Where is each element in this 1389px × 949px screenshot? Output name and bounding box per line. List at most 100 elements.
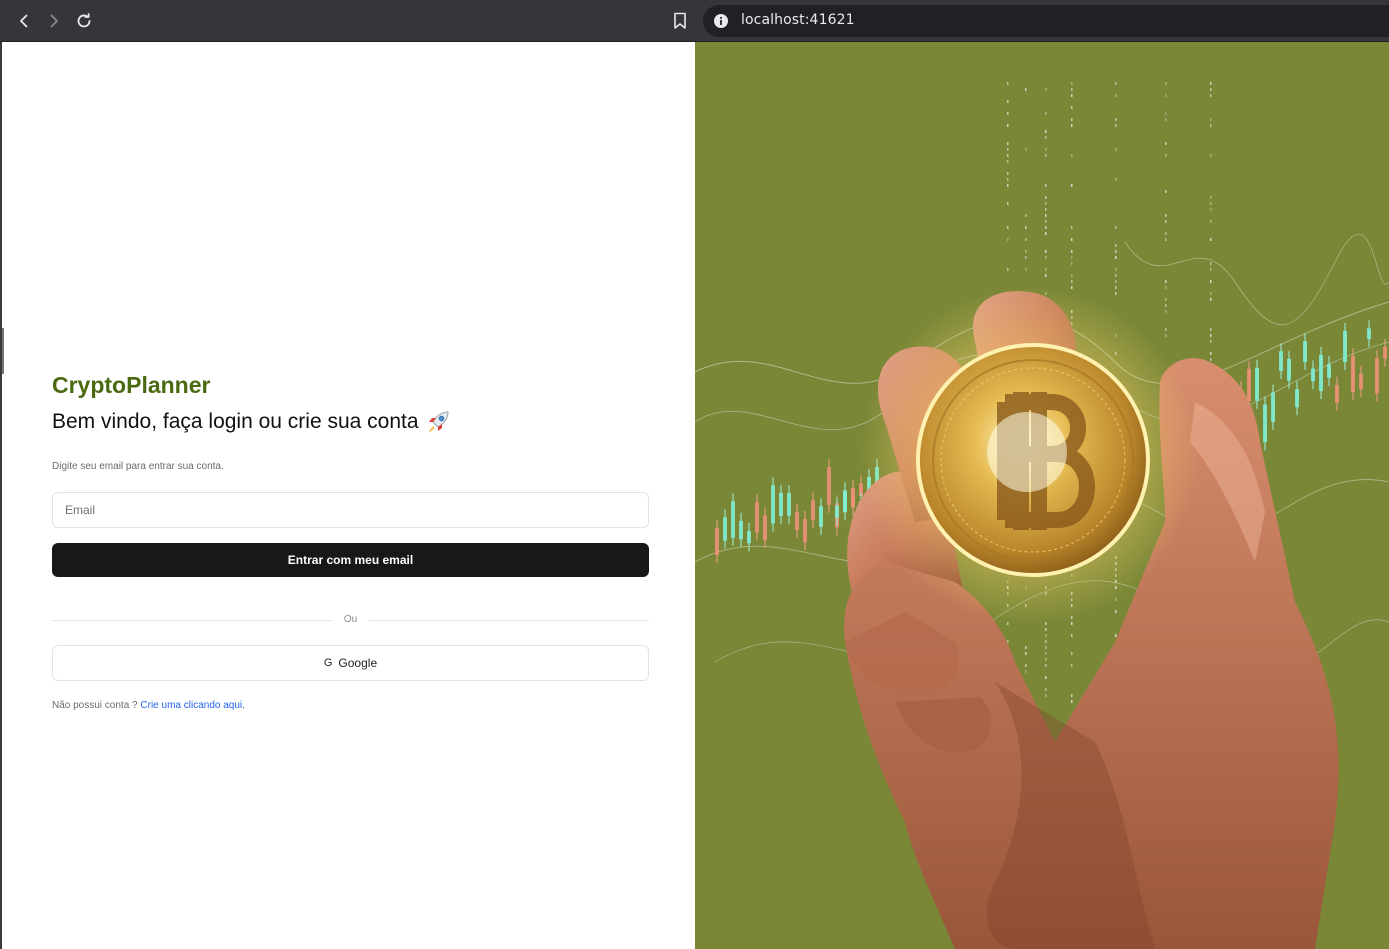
stream-dot <box>1210 118 1212 121</box>
stream-dot <box>1165 304 1167 307</box>
bookmark-icon[interactable] <box>669 9 691 33</box>
stream-dot <box>1007 172 1009 175</box>
stream-dot <box>1165 214 1167 217</box>
stream-dot <box>1045 646 1047 649</box>
stream-dot <box>1165 142 1167 145</box>
stream-dot <box>1071 88 1073 91</box>
candle-body <box>779 492 783 517</box>
stream-dot <box>1045 658 1047 661</box>
stream-dot <box>1025 652 1027 655</box>
email-login-button[interactable]: Entrar com meu email <box>52 543 649 577</box>
stream-dot <box>1115 244 1117 247</box>
stream-dot <box>1210 154 1212 157</box>
stream-dot <box>1165 310 1167 313</box>
stream-dot <box>1071 652 1073 655</box>
stream-dot <box>1045 208 1047 211</box>
stream-dot <box>1045 202 1047 205</box>
stream-dot <box>1210 298 1212 301</box>
stream-dot <box>1045 220 1047 223</box>
stream-dot <box>1210 268 1212 271</box>
stream-dot <box>1025 250 1027 253</box>
stream-dot <box>1071 124 1073 127</box>
stream-dot <box>1007 202 1009 205</box>
login-subtitle: Digite seu email para entrar sua conta. <box>52 461 224 472</box>
stream-dot <box>1210 238 1212 241</box>
stream-dot <box>1045 136 1047 139</box>
stream-dot <box>1071 94 1073 97</box>
stream-dot <box>1007 100 1009 103</box>
stream-dot <box>1165 118 1167 121</box>
stream-dot <box>1045 694 1047 697</box>
hero-illustration <box>695 82 1389 949</box>
stream-dot <box>1045 214 1047 217</box>
stream-dot <box>1045 112 1047 115</box>
candle-body <box>1343 330 1347 363</box>
stream-dot <box>1210 340 1212 343</box>
stream-dot <box>1115 118 1117 121</box>
welcome-text: Bem vindo, faça login ou crie sua conta <box>52 410 419 433</box>
stream-dot <box>1045 130 1047 133</box>
google-login-button[interactable]: G Google <box>52 645 649 681</box>
forward-icon[interactable] <box>42 9 66 33</box>
welcome-heading: Bem vindo, faça login ou crie sua conta <box>52 409 451 435</box>
stream-dot <box>1007 148 1009 151</box>
stream-dot <box>1115 94 1117 97</box>
stream-dot <box>1071 280 1073 283</box>
stream-dot <box>1045 634 1047 637</box>
candle-body <box>819 506 823 527</box>
stream-dot <box>1115 268 1117 271</box>
back-icon[interactable] <box>12 9 36 33</box>
or-divider: Ou <box>52 612 649 628</box>
stream-dot <box>1210 196 1212 199</box>
stream-dot <box>1025 670 1027 673</box>
stream-dot <box>1210 94 1212 97</box>
stream-dot <box>1007 124 1009 127</box>
address-bar[interactable]: localhost:41621 <box>703 5 1389 37</box>
stream-dot <box>1210 334 1212 337</box>
candle-body <box>1263 404 1267 443</box>
stream-dot <box>1007 226 1009 229</box>
email-input[interactable] <box>52 492 649 528</box>
stream-dot <box>1165 334 1167 337</box>
stream-dot <box>1025 214 1027 217</box>
stream-dot <box>1115 226 1117 229</box>
stream-dot <box>1007 184 1009 187</box>
login-panel: CryptoPlanner Bem vindo, faça login ou c… <box>0 42 695 949</box>
candle-body <box>1311 368 1315 382</box>
candle-body <box>1383 347 1387 359</box>
stream-dot <box>1071 274 1073 277</box>
stream-dot <box>1045 232 1047 235</box>
candle-body <box>739 520 743 540</box>
stream-dot <box>1071 184 1073 187</box>
stream-dot <box>1210 280 1212 283</box>
rocket-icon <box>425 409 451 435</box>
stream-dot <box>1045 154 1047 157</box>
info-icon[interactable] <box>713 13 729 29</box>
candle-body <box>723 517 727 541</box>
stream-dot <box>1045 256 1047 259</box>
candle-body <box>795 511 799 531</box>
stream-dot <box>1071 286 1073 289</box>
stream-dot <box>1210 202 1212 205</box>
stream-dot <box>1025 148 1027 151</box>
stream-dot <box>1115 256 1117 259</box>
reload-icon[interactable] <box>72 9 96 33</box>
stream-dot <box>1165 286 1167 289</box>
signup-link[interactable]: Crie uma clicando aqui. <box>140 700 245 711</box>
stream-dot <box>1045 250 1047 253</box>
stream-dot <box>1210 124 1212 127</box>
brand-title: CryptoPlanner <box>52 372 211 398</box>
stream-dot <box>1007 142 1009 145</box>
stream-dot <box>1210 88 1212 91</box>
signup-text: Não possui conta ? <box>52 700 138 711</box>
browser-toolbar: localhost:41621 <box>0 0 1389 42</box>
stream-dot <box>1045 226 1047 229</box>
stream-dot <box>1210 292 1212 295</box>
stream-dot <box>1071 664 1073 667</box>
candle-body <box>1303 341 1307 363</box>
stream-dot <box>1071 250 1073 253</box>
divider-line-right <box>369 620 649 621</box>
stream-dot <box>1025 88 1027 91</box>
stream-dot <box>1071 634 1073 637</box>
url-text[interactable]: localhost:41621 <box>741 12 855 28</box>
